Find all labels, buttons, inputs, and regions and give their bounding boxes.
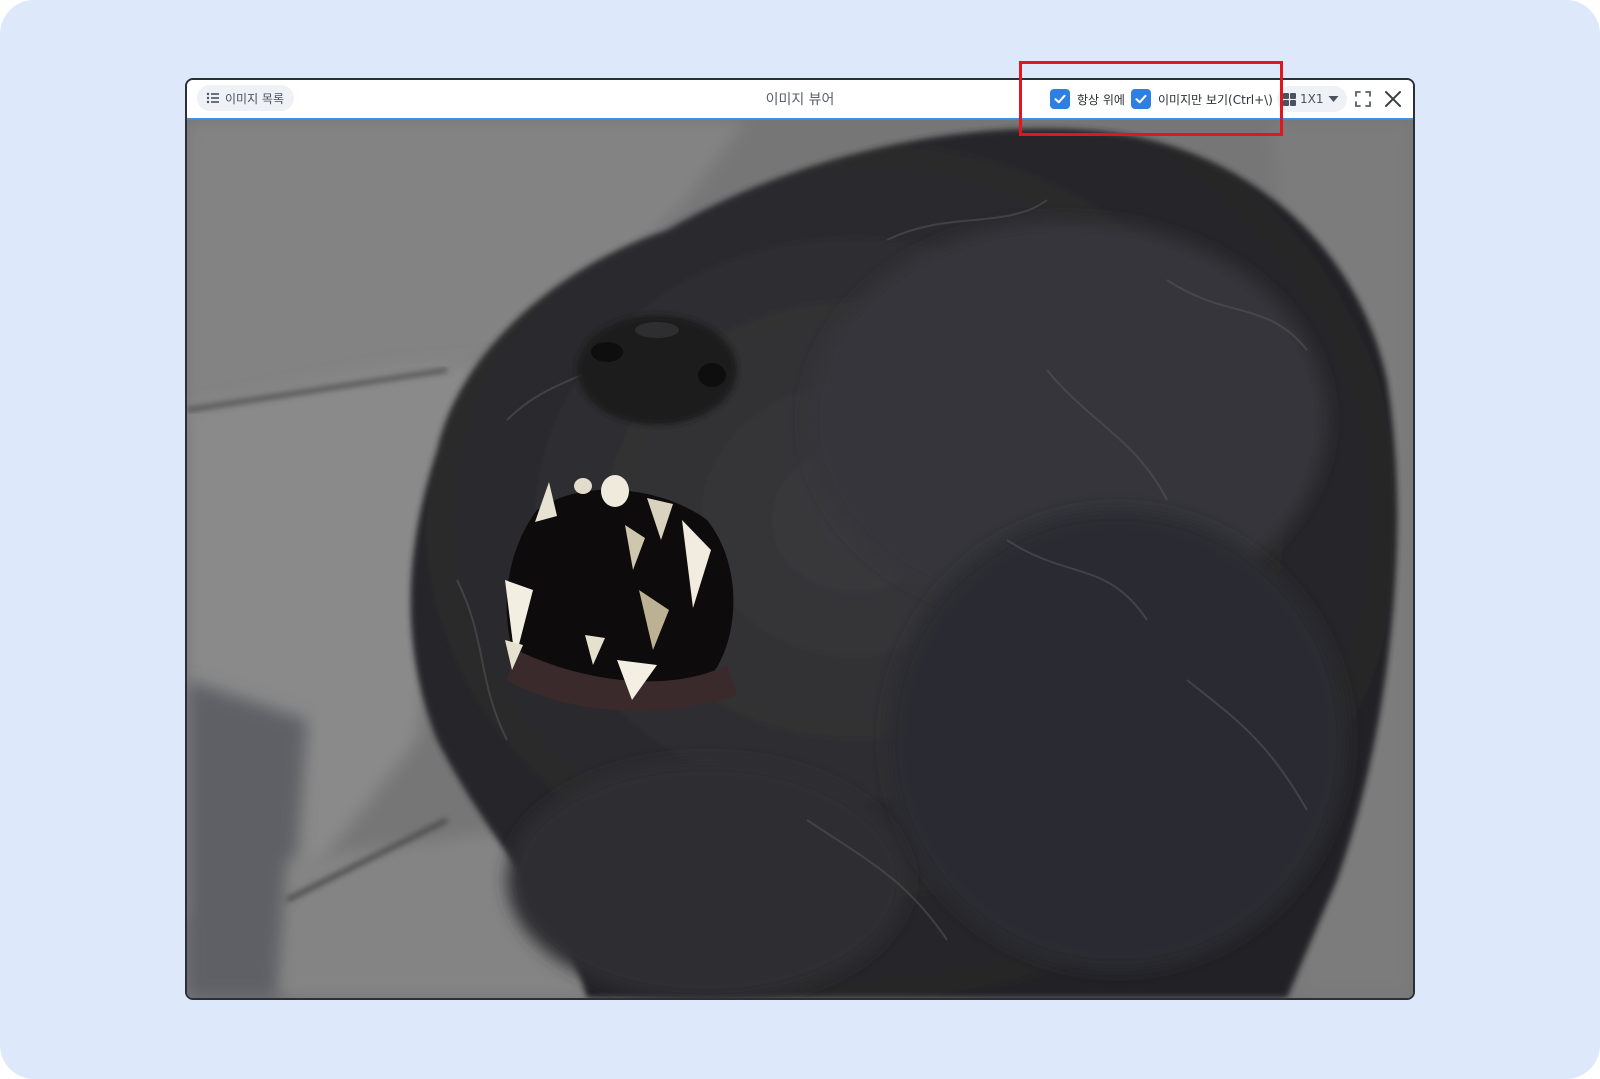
- grid-icon: [1283, 92, 1296, 106]
- image-list-button[interactable]: 이미지 목록: [197, 85, 295, 111]
- image-only-label: 이미지만 보기(Ctrl+\): [1158, 92, 1273, 107]
- close-button[interactable]: [1382, 88, 1404, 110]
- layout-select[interactable]: 1X1: [1277, 86, 1347, 112]
- always-on-top-label: 항상 위에: [1077, 92, 1125, 107]
- close-icon: [1384, 90, 1402, 108]
- fullscreen-button[interactable]: [1352, 88, 1374, 110]
- fullscreen-icon: [1354, 90, 1372, 108]
- layout-value: 1X1: [1300, 92, 1324, 106]
- always-on-top-checkbox[interactable]: 항상 위에: [1050, 88, 1125, 110]
- title-bar: 이미지 목록 이미지 뷰어 항상 위에 이미지만 보기(Ctrl+\) 1X1: [187, 80, 1413, 120]
- image-canvas: [187, 120, 1413, 998]
- image-list-label: 이미지 목록: [225, 91, 285, 106]
- image-viewer-window: 이미지 목록 이미지 뷰어 항상 위에 이미지만 보기(Ctrl+\) 1X1: [185, 78, 1415, 1000]
- caret-down-icon: [1328, 95, 1339, 103]
- image-only-checkbox[interactable]: 이미지만 보기(Ctrl+\): [1131, 88, 1273, 110]
- list-icon: [206, 91, 220, 105]
- check-icon: [1050, 89, 1070, 109]
- check-icon: [1131, 89, 1151, 109]
- dog-photo: [187, 120, 1413, 998]
